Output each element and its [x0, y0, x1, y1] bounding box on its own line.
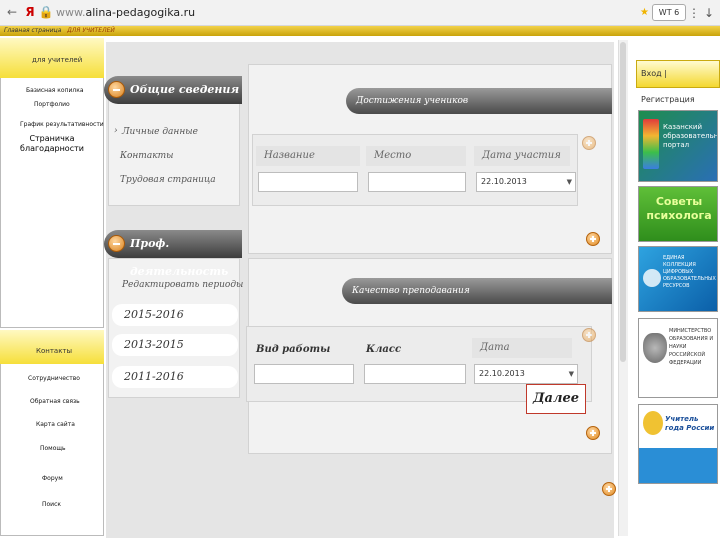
menu-item-forum[interactable]: Форум: [42, 474, 63, 483]
address-bar[interactable]: www.alina-pedagogika.ru: [56, 4, 456, 22]
quality-date-value: 22.10.2013: [479, 369, 525, 378]
add-achievement-icon[interactable]: [586, 232, 600, 246]
breadcrumb: Главная страница ДЛЯ УЧИТЕЛЕЙ: [4, 26, 115, 36]
star-icon[interactable]: ★: [640, 7, 649, 18]
achievement-date-value: 22.10.2013: [481, 177, 527, 186]
banner-teacher-text: Учитель года России: [665, 415, 715, 432]
books-icon: [643, 119, 659, 169]
next-button[interactable]: Далее: [526, 384, 586, 414]
banner-advice-text: Советы психолога: [646, 195, 712, 222]
menu-item-search[interactable]: Поиск: [42, 500, 61, 509]
thanks-page-annotation: Страничка благодарности: [20, 134, 84, 153]
tab-achievements[interactable]: Достижения учеников: [346, 88, 612, 114]
teachers-menu-panel: [0, 38, 104, 328]
coat-of-arms-icon: [643, 333, 667, 363]
banner-kazan-text: Казанский образовательный портал: [663, 123, 718, 149]
period-2011-2016[interactable]: 2011-2016: [112, 366, 238, 388]
menu-item-portfolio[interactable]: Портфолио: [34, 100, 70, 109]
minus-circle-icon[interactable]: [108, 81, 125, 98]
banner-ministry-text: МИНИСТЕРСТВО ОБРАЗОВАНИЯ И НАУКИ РОССИЙС…: [669, 328, 714, 366]
link-personal-data[interactable]: Личные данные: [122, 127, 198, 137]
tab-teaching-quality[interactable]: Качество преподавания: [342, 278, 612, 304]
banner-digital-text: ЕДИНАЯ КОЛЛЕКЦИЯ ЦИФРОВЫХ ОБРАЗОВАТЕЛЬНЫ…: [663, 255, 716, 289]
add-quality-icon[interactable]: [586, 426, 600, 440]
period-2013-2015[interactable]: 2013-2015: [112, 334, 238, 356]
tab-prof-activity[interactable]: Проф. деятельность: [104, 230, 242, 278]
tab-prof-activity-label: Проф. деятельность: [130, 237, 229, 278]
breadcrumb-current: ДЛЯ УЧИТЕЛЕЙ: [67, 27, 115, 34]
quality-date-select[interactable]: 22.10.2013 ▼: [474, 364, 578, 384]
login-register-link[interactable]: Вход | Регистрация: [636, 60, 720, 104]
scrollbar-thumb[interactable]: [620, 42, 626, 362]
dropdown-arrow-icon[interactable]: ▼: [567, 173, 572, 191]
add-section-icon[interactable]: [602, 482, 616, 496]
address-domain: alina-pedagogika.ru: [85, 6, 196, 19]
achievement-place-input[interactable]: [368, 172, 466, 192]
col-participation-date-header: Дата участия: [474, 146, 570, 166]
breadcrumb-home[interactable]: Главная страница: [4, 27, 61, 34]
menu-icon[interactable]: ⋮: [688, 4, 700, 22]
period-2015-2016[interactable]: 2015-2016: [112, 304, 238, 326]
add-circle-icon[interactable]: [582, 136, 596, 150]
minus-circle-icon[interactable]: [108, 235, 125, 252]
tab-general-info[interactable]: Общие сведения: [104, 76, 242, 104]
globe-icon: [643, 269, 661, 287]
menu-item-piggy-bank[interactable]: Базисная копилка: [26, 86, 84, 95]
col-date-header: Дата: [472, 338, 572, 358]
lock-icon: 🔒: [38, 5, 54, 19]
col-title-header: Название: [256, 146, 360, 166]
banner-psychologist-advice[interactable]: Советы психолога: [638, 186, 718, 242]
col-class-header: Класс: [366, 344, 402, 355]
yandex-logo-icon[interactable]: Я: [22, 4, 38, 20]
edit-periods-label: Редактировать периоды: [122, 280, 244, 290]
achievements-form: [252, 134, 578, 206]
address-prefix: www.: [56, 6, 86, 19]
menu-item-results-chart[interactable]: График результативности: [20, 120, 104, 129]
back-arrow-icon[interactable]: ←: [4, 4, 20, 20]
contacts-menu-title: Контакты: [36, 347, 73, 355]
banner-digital-resources[interactable]: ЕДИНАЯ КОЛЛЕКЦИЯ ЦИФРОВЫХ ОБРАЗОВАТЕЛЬНЫ…: [638, 246, 718, 312]
col-place-header: Место: [366, 146, 466, 166]
bullet-arrow-icon: ›: [114, 126, 118, 136]
extension-button[interactable]: WT 6: [652, 4, 686, 21]
menu-item-help[interactable]: Помощь: [40, 444, 66, 453]
teachers-menu-title: для учителей: [32, 56, 83, 64]
achievement-title-input[interactable]: [258, 172, 358, 192]
achievement-date-select[interactable]: 22.10.2013 ▼: [476, 172, 576, 192]
menu-item-site-map[interactable]: Карта сайта: [36, 420, 75, 429]
col-work-type-header: Вид работы: [256, 344, 331, 355]
banner-kazan-portal[interactable]: Казанский образовательный портал: [638, 110, 718, 182]
tab-teaching-quality-label: Качество преподавания: [352, 286, 470, 296]
banner-ministry[interactable]: МИНИСТЕРСТВО ОБРАЗОВАНИЯ И НАУКИ РОССИЙС…: [638, 318, 718, 398]
download-icon[interactable]: ↓: [704, 4, 718, 22]
dropdown-arrow-icon[interactable]: ▼: [569, 365, 574, 383]
link-contacts[interactable]: Контакты: [120, 151, 173, 161]
menu-item-cooperation[interactable]: Сотрудничество: [28, 374, 80, 383]
emblem-icon: [643, 411, 663, 435]
work-type-input[interactable]: [254, 364, 354, 384]
tab-achievements-label: Достижения учеников: [356, 96, 469, 106]
banner-teacher-of-year[interactable]: Учитель года России: [638, 404, 718, 484]
link-work-page[interactable]: Трудовая страница: [120, 175, 216, 185]
add-circle-icon[interactable]: [582, 328, 596, 342]
class-input[interactable]: [364, 364, 466, 384]
tab-general-info-label: Общие сведения: [130, 83, 240, 96]
menu-item-feedback[interactable]: Обратная связь: [30, 397, 80, 406]
